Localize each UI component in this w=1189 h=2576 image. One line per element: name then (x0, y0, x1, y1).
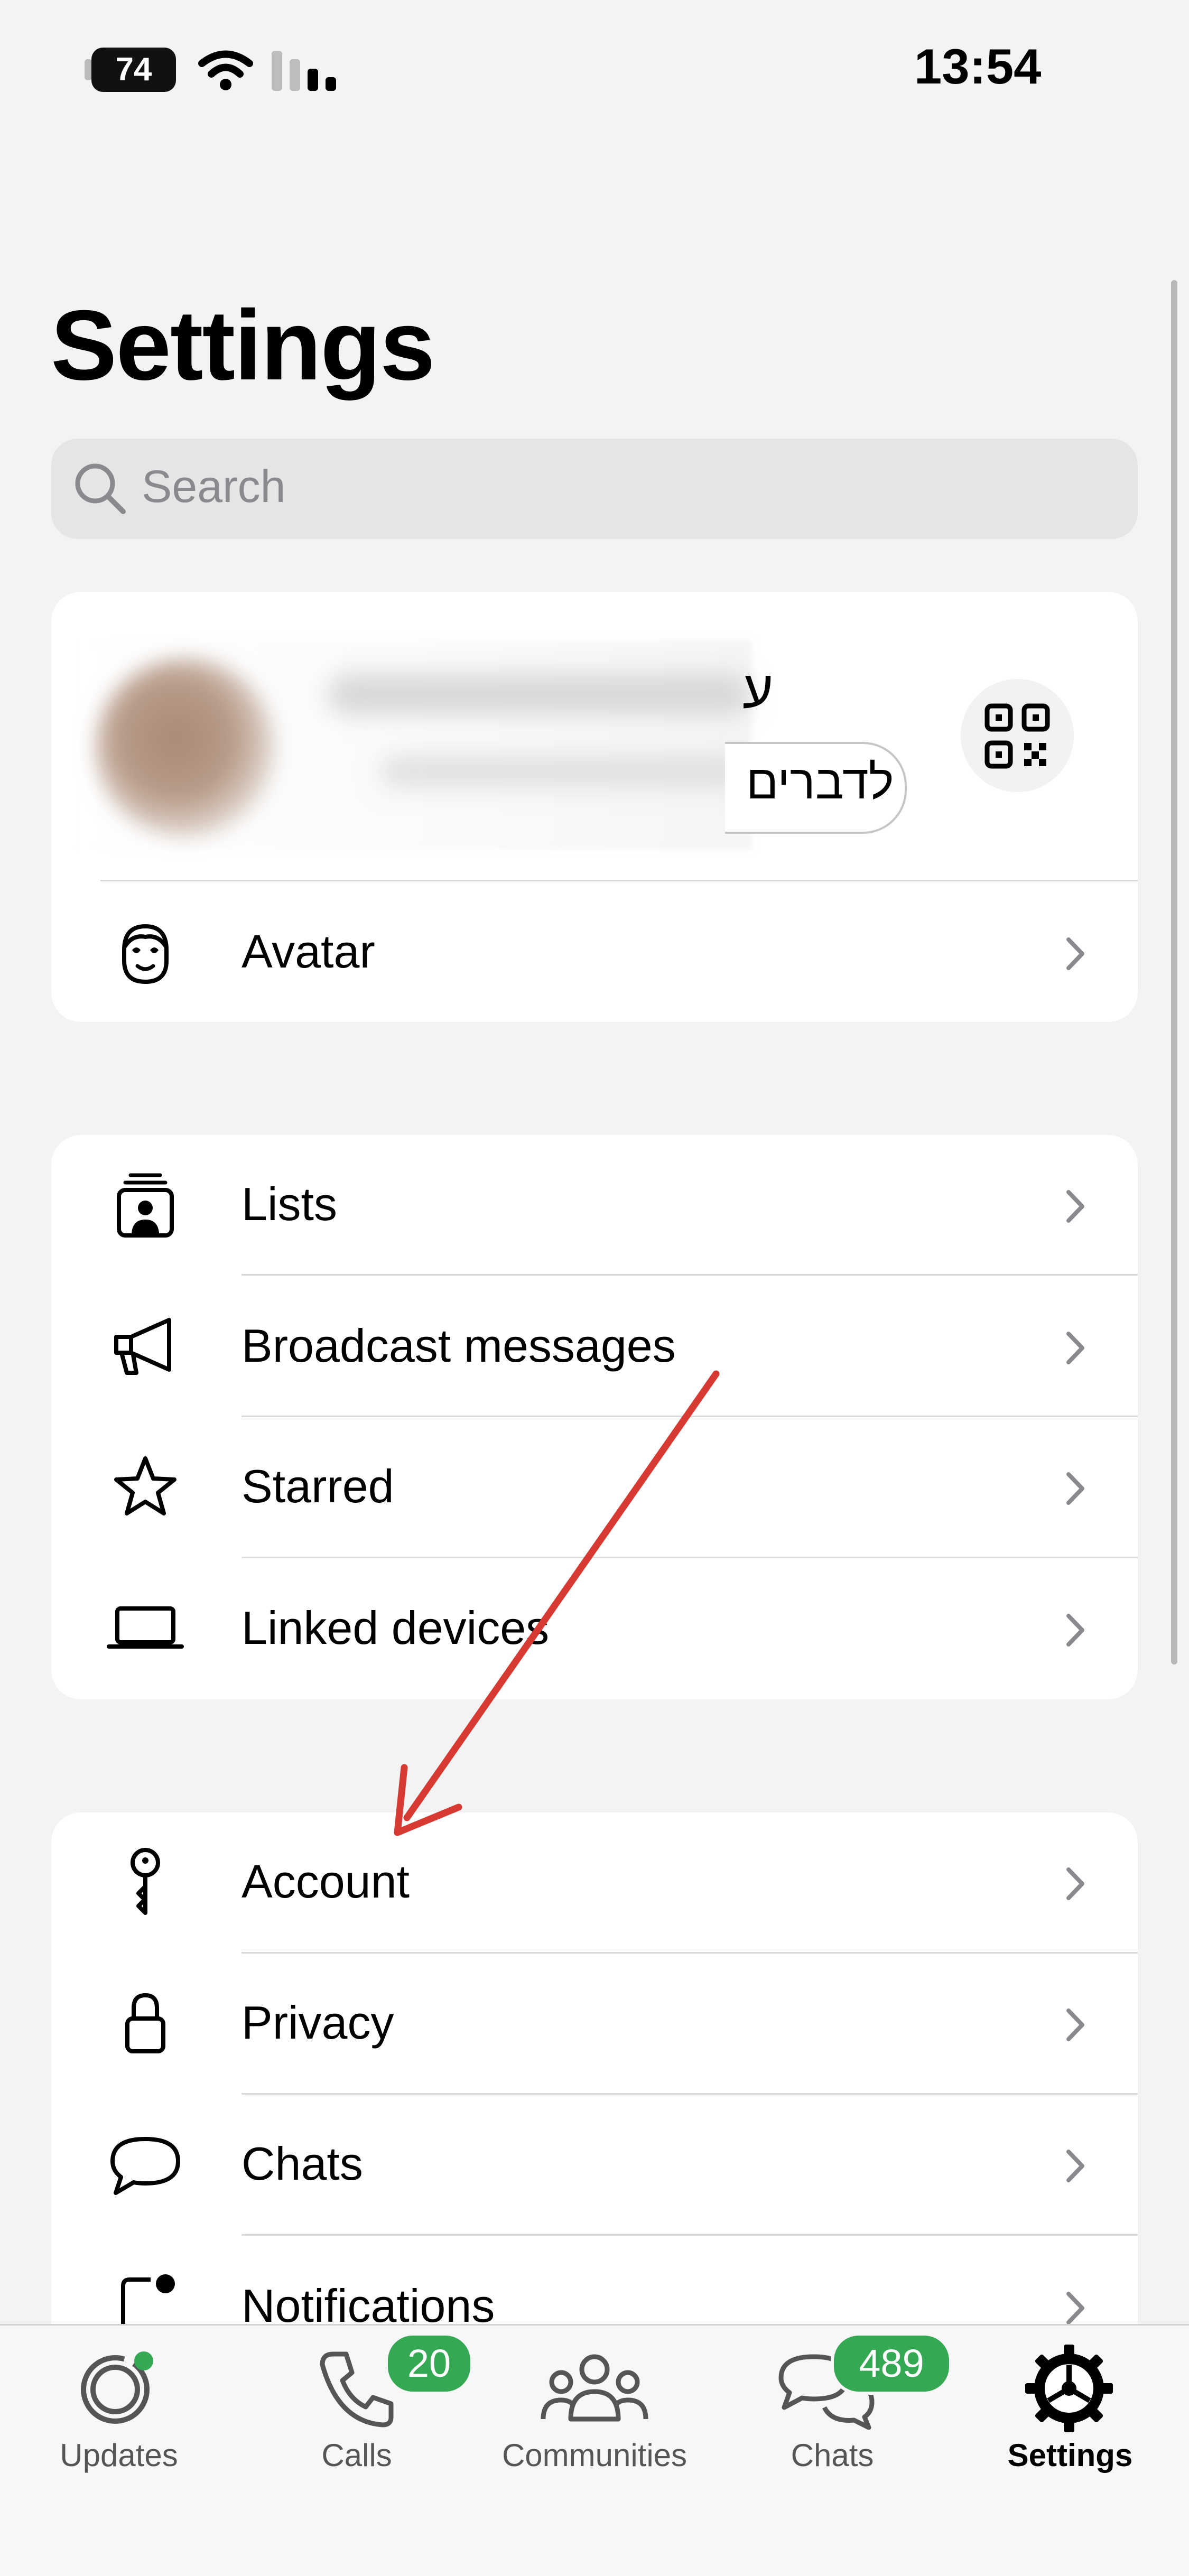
tab-chats-label: Chats (791, 2438, 874, 2473)
annotation-arrow (394, 1370, 720, 1836)
chats-badge: 489 (831, 2332, 952, 2395)
tab-calls-label: Calls (321, 2438, 392, 2473)
settings-gear-icon (1025, 2345, 1113, 2432)
tab-settings-label: Settings (1007, 2438, 1133, 2473)
communities-icon (541, 2354, 648, 2422)
updates-icon (81, 2351, 153, 2424)
tab-communities-label: Communities (501, 2438, 688, 2473)
tab-updates-label: Updates (60, 2438, 178, 2473)
calls-badge: 20 (385, 2332, 473, 2395)
